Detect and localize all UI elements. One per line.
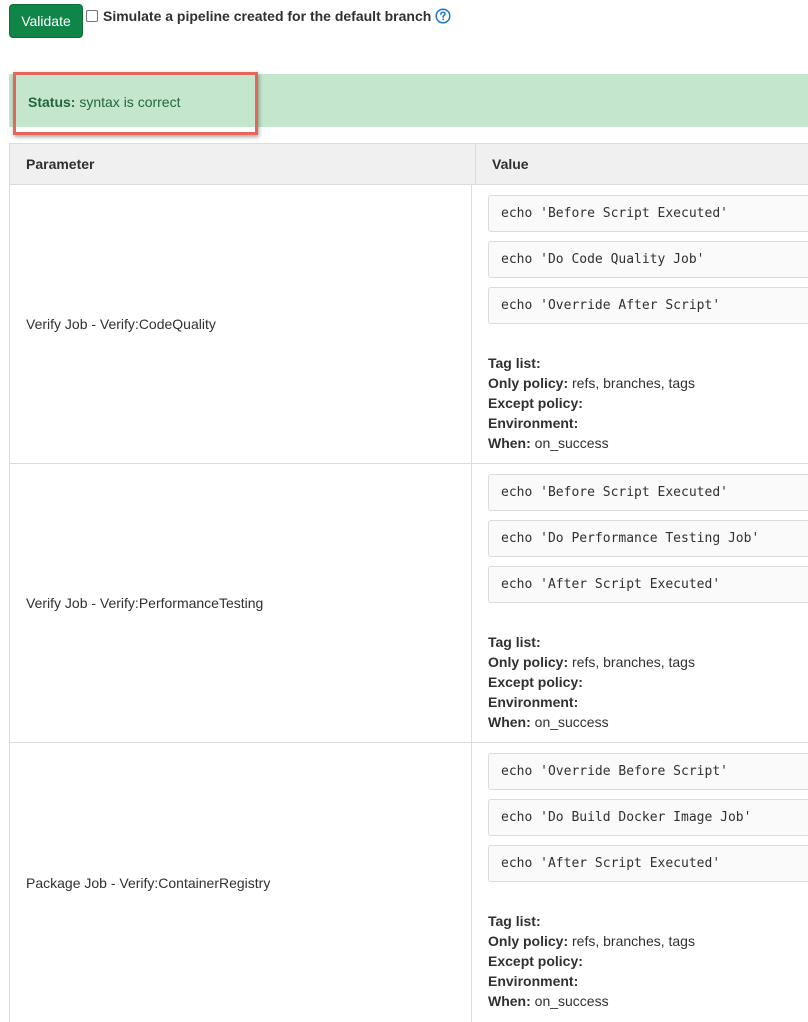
when-line: When: on_success — [488, 433, 808, 453]
environment-line: Environment: — [488, 971, 808, 991]
toolbar: Validate — [9, 4, 83, 38]
environment-label: Environment: — [488, 973, 579, 989]
environment-line: Environment: — [488, 692, 808, 712]
script-line: echo 'Do Performance Testing Job' — [488, 520, 808, 557]
environment-label: Environment: — [488, 694, 579, 710]
job-details: echo 'Before Script Executed' echo 'Do P… — [472, 464, 808, 742]
only-policy-label: Only policy: — [488, 654, 569, 670]
validate-button[interactable]: Validate — [9, 4, 83, 38]
table-row: Verify Job - Verify:PerformanceTesting e… — [9, 464, 808, 743]
tag-list-line: Tag list: — [488, 632, 808, 652]
script-line: echo 'Do Code Quality Job' — [488, 241, 808, 278]
only-policy-line: Only policy: refs, branches, tags — [488, 652, 808, 672]
job-details: echo 'Before Script Executed' echo 'Do C… — [472, 185, 808, 463]
job-name: Verify Job - Verify:PerformanceTesting — [9, 464, 472, 742]
tag-list-line: Tag list: — [488, 353, 808, 373]
script-line: echo 'After Script Executed' — [488, 845, 808, 882]
only-policy-label: Only policy: — [488, 933, 569, 949]
when-value: on_success — [534, 435, 609, 451]
script-line: echo 'Before Script Executed' — [488, 195, 808, 232]
except-policy-label: Except policy: — [488, 674, 583, 690]
lint-results-table: Parameter Value Verify Job - Verify:Code… — [9, 143, 808, 1022]
simulate-checkbox[interactable] — [86, 10, 98, 22]
job-details: echo 'Override Before Script' echo 'Do B… — [472, 743, 808, 1022]
job-name: Verify Job - Verify:CodeQuality — [9, 185, 472, 463]
only-policy-value: refs, branches, tags — [572, 375, 695, 391]
simulate-default-branch-option[interactable]: Simulate a pipeline created for the defa… — [86, 8, 451, 24]
except-policy-label: Except policy: — [488, 395, 583, 411]
environment-label: Environment: — [488, 415, 579, 431]
when-label: When: — [488, 435, 531, 451]
when-value: on_success — [534, 993, 609, 1009]
script-line: echo 'Before Script Executed' — [488, 474, 808, 511]
when-value: on_success — [534, 714, 609, 730]
only-policy-line: Only policy: refs, branches, tags — [488, 373, 808, 393]
only-policy-label: Only policy: — [488, 375, 569, 391]
when-line: When: on_success — [488, 991, 808, 1011]
job-meta: Tag list: Only policy: refs, branches, t… — [488, 911, 808, 1011]
except-policy-label: Except policy: — [488, 953, 583, 969]
job-meta: Tag list: Only policy: refs, branches, t… — [488, 632, 808, 732]
table-row: Package Job - Verify:ContainerRegistry e… — [9, 743, 808, 1022]
tag-list-label: Tag list: — [488, 355, 541, 371]
script-line: echo 'After Script Executed' — [488, 566, 808, 603]
only-policy-value: refs, branches, tags — [572, 933, 695, 949]
when-label: When: — [488, 993, 531, 1009]
simulate-label[interactable]: Simulate a pipeline created for the defa… — [103, 8, 431, 24]
tag-list-label: Tag list: — [488, 634, 541, 650]
question-circle-icon[interactable] — [435, 8, 451, 24]
job-meta: Tag list: Only policy: refs, branches, t… — [488, 353, 808, 453]
tag-list-line: Tag list: — [488, 911, 808, 931]
script-line: echo 'Do Build Docker Image Job' — [488, 799, 808, 836]
job-name: Package Job - Verify:ContainerRegistry — [9, 743, 472, 1022]
script-line: echo 'Override Before Script' — [488, 753, 808, 790]
column-header-parameter: Parameter — [9, 144, 476, 184]
column-header-value: Value — [492, 156, 529, 172]
except-policy-line: Except policy: — [488, 672, 808, 692]
only-policy-line: Only policy: refs, branches, tags — [488, 931, 808, 951]
except-policy-line: Except policy: — [488, 393, 808, 413]
table-row: Verify Job - Verify:CodeQuality echo 'Be… — [9, 185, 808, 464]
table-header: Parameter Value — [9, 143, 808, 185]
environment-line: Environment: — [488, 413, 808, 433]
when-label: When: — [488, 714, 531, 730]
only-policy-value: refs, branches, tags — [572, 654, 695, 670]
script-line: echo 'Override After Script' — [488, 287, 808, 324]
tag-list-label: Tag list: — [488, 913, 541, 929]
when-line: When: on_success — [488, 712, 808, 732]
status-highlight-annotation — [13, 72, 258, 135]
except-policy-line: Except policy: — [488, 951, 808, 971]
